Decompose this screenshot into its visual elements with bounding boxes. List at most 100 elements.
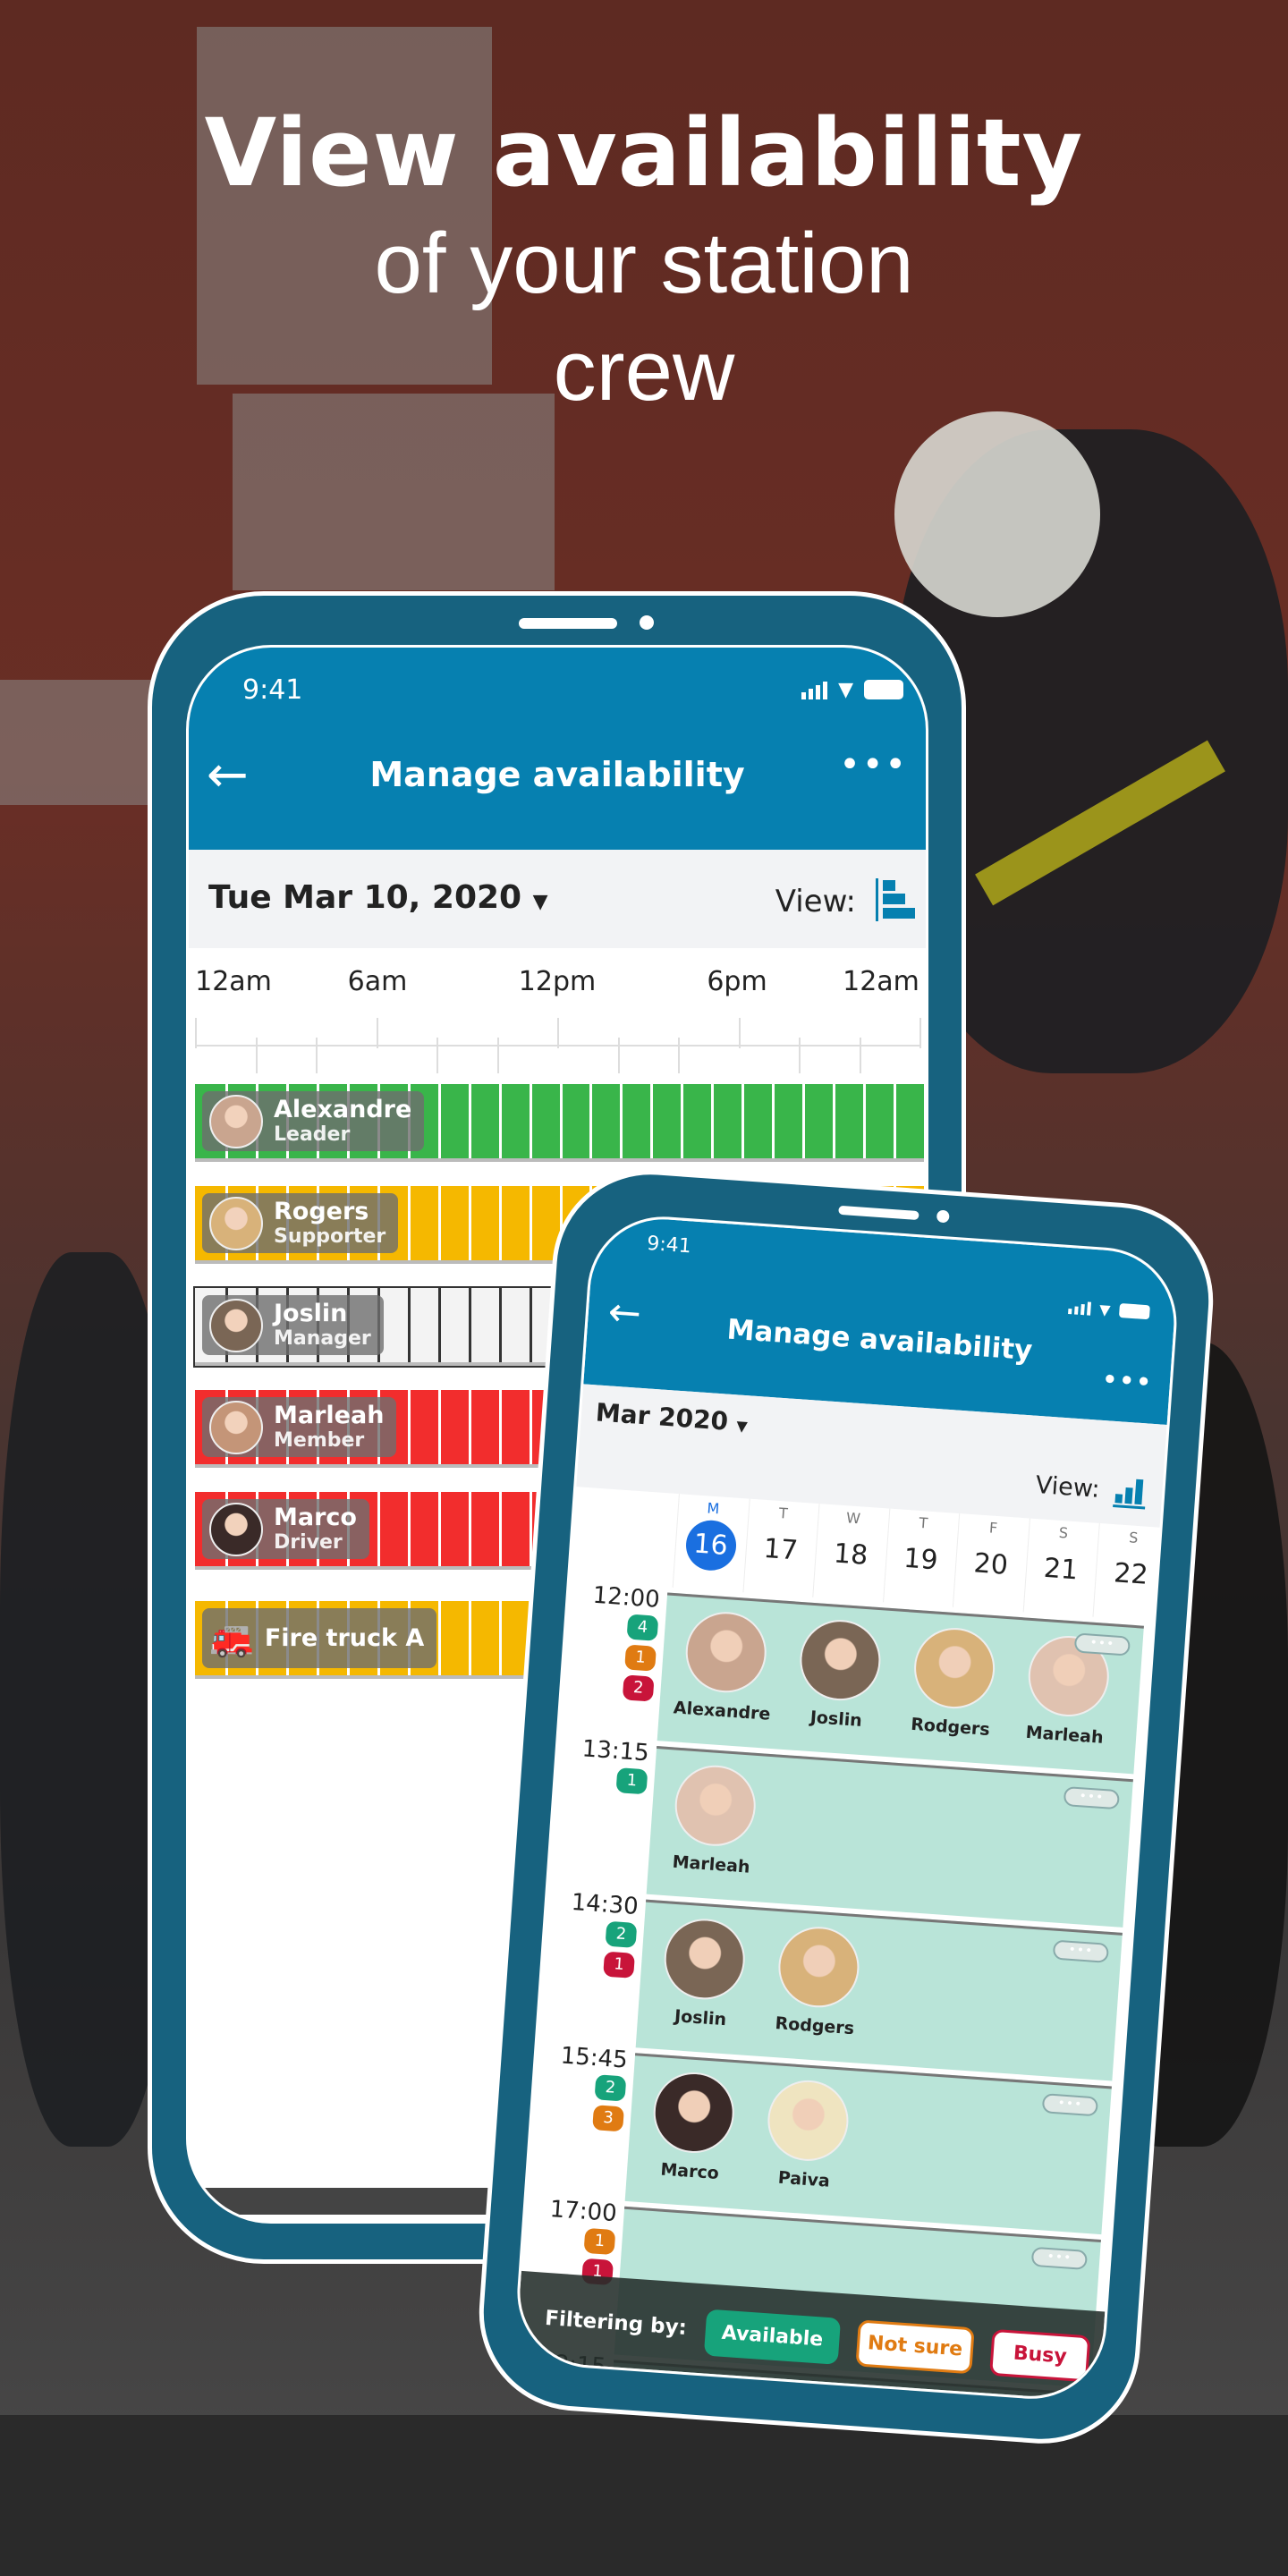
hour-cell[interactable] — [498, 1288, 502, 1362]
hour-cell[interactable] — [711, 1084, 715, 1158]
hour-cell[interactable] — [894, 1084, 897, 1158]
day-of-week: W — [845, 1509, 861, 1528]
hour-cell[interactable] — [498, 1601, 502, 1675]
hour-cell[interactable] — [529, 1390, 532, 1464]
hour-cell[interactable] — [650, 1084, 654, 1158]
filter-not-sure-button[interactable]: Not sure — [855, 2319, 975, 2375]
hour-cell[interactable] — [468, 1084, 471, 1158]
hour-cell[interactable] — [437, 1186, 441, 1260]
hour-cell[interactable] — [437, 1492, 441, 1566]
person[interactable]: Rodgers — [896, 1624, 1011, 1741]
person[interactable] — [615, 2376, 729, 2404]
hour-cell[interactable] — [437, 1084, 441, 1158]
hour-cell[interactable] — [681, 1084, 684, 1158]
hour-cell[interactable] — [498, 1186, 502, 1260]
slot-more-button[interactable]: ••• — [1073, 1632, 1131, 1657]
slot-time: 12:00 — [591, 1581, 661, 1614]
person[interactable]: Marleah — [657, 1762, 772, 1878]
time-axis-label: 12pm — [518, 966, 597, 997]
count-badge-not-sure: 1 — [583, 2227, 616, 2256]
day-of-week: S — [1058, 1523, 1069, 1542]
hour-cell[interactable] — [620, 1084, 623, 1158]
slot-more-button[interactable]: ••• — [1020, 2400, 1078, 2404]
slot-more-button[interactable]: ••• — [1063, 1785, 1121, 1810]
filter-available-button[interactable]: Available — [703, 2309, 842, 2365]
headline-subtitle: of your station — [374, 216, 914, 311]
day-column[interactable]: W 18 — [812, 1504, 889, 1603]
hour-cell[interactable] — [741, 1084, 745, 1158]
hour-cell[interactable] — [437, 1288, 441, 1362]
person[interactable]: Alexandre — [668, 1608, 783, 1724]
hour-cell[interactable] — [437, 1390, 441, 1464]
hour-cell[interactable] — [833, 1084, 836, 1158]
status-icons: ▼ — [801, 680, 903, 700]
day-number: 20 — [972, 1547, 1010, 1581]
day-column[interactable]: S 22 — [1092, 1522, 1169, 1623]
member-role: Manager — [274, 1327, 371, 1350]
day-column[interactable]: F 20 — [952, 1513, 1029, 1613]
hour-cell[interactable] — [468, 1390, 471, 1464]
fire-truck-icon: 🚒 — [209, 1617, 254, 1659]
person-name: Joslin — [809, 1707, 863, 1731]
hour-cell[interactable] — [407, 1390, 411, 1464]
count-badge-available: 1 — [572, 2381, 606, 2404]
day-column[interactable]: T 17 — [741, 1498, 819, 1597]
axis-tick — [557, 1018, 559, 1048]
day-column[interactable]: S 21 — [1022, 1518, 1099, 1617]
hour-cell[interactable] — [529, 1288, 532, 1362]
person[interactable]: Joslin — [647, 1915, 761, 2031]
hour-cell[interactable] — [863, 1084, 867, 1158]
headline-subtitle-2: crew — [553, 323, 735, 419]
hour-cell[interactable] — [498, 1492, 502, 1566]
hour-cell[interactable] — [437, 1601, 441, 1675]
date-label: Tue Mar 10, 2020 — [208, 879, 522, 916]
hour-cell[interactable] — [468, 1186, 471, 1260]
hour-cell[interactable] — [498, 1084, 502, 1158]
hour-cell[interactable] — [407, 1288, 411, 1362]
hour-cell[interactable] — [468, 1601, 471, 1675]
person[interactable]: Rodgers — [760, 1923, 875, 2039]
month-picker[interactable]: Mar 2020 ▼ — [595, 1397, 749, 1437]
wifi-icon: ▼ — [1098, 1301, 1112, 1319]
slot-more-button[interactable]: ••• — [1052, 1939, 1110, 1963]
hour-cell[interactable] — [802, 1084, 806, 1158]
person[interactable]: Joslin — [782, 1616, 896, 1733]
hour-cell[interactable] — [559, 1084, 563, 1158]
member-role: Leader — [274, 1123, 351, 1146]
hour-cell[interactable] — [529, 1084, 532, 1158]
person[interactable]: Marco — [636, 2069, 750, 2185]
person-name: Rodgers — [910, 1714, 991, 1740]
bar-chart-view-toggle[interactable] — [1113, 1477, 1148, 1510]
slot-more-button[interactable]: ••• — [1030, 2246, 1089, 2270]
member-name: Marleah — [274, 1402, 385, 1429]
hour-cell[interactable] — [407, 1492, 411, 1566]
header-title: Manage availability — [369, 755, 745, 794]
member-role: Supporter — [274, 1225, 386, 1248]
day-number: 16 — [683, 1518, 738, 1572]
slot-more-button[interactable]: ••• — [1041, 2093, 1099, 2117]
count-badge-available: 1 — [615, 1767, 648, 1795]
date-picker[interactable]: Tue Mar 10, 2020 ▼ — [208, 879, 548, 916]
count-badge-not-sure: 1 — [624, 1644, 657, 1672]
more-menu-button[interactable]: ••• — [1100, 1362, 1153, 1400]
day-column[interactable]: M 16 — [672, 1494, 749, 1593]
hour-cell[interactable] — [529, 1186, 532, 1260]
availability-row[interactable]: Alexandre Leader — [195, 1084, 924, 1162]
date-bar: Tue Mar 10, 2020 ▼ View: — [189, 850, 926, 948]
day-number: 19 — [902, 1542, 939, 1577]
hour-cell[interactable] — [772, 1084, 775, 1158]
day-column[interactable]: T 19 — [882, 1508, 959, 1607]
hour-cell[interactable] — [407, 1186, 411, 1260]
hour-cell[interactable] — [498, 1390, 502, 1464]
hour-cell[interactable] — [589, 1084, 593, 1158]
avatar — [650, 2069, 737, 2156]
gantt-view-toggle[interactable] — [876, 878, 915, 921]
hour-cell[interactable] — [377, 1492, 380, 1566]
person[interactable]: Paiva — [750, 2077, 864, 2193]
filter-busy-button[interactable]: Busy — [989, 2328, 1091, 2383]
caret-down-icon: ▼ — [532, 891, 548, 913]
hour-cell[interactable] — [468, 1288, 471, 1362]
person-name: Joslin — [674, 2006, 727, 2030]
hour-cell[interactable] — [468, 1492, 471, 1566]
more-menu-button[interactable]: ••• — [839, 744, 908, 785]
